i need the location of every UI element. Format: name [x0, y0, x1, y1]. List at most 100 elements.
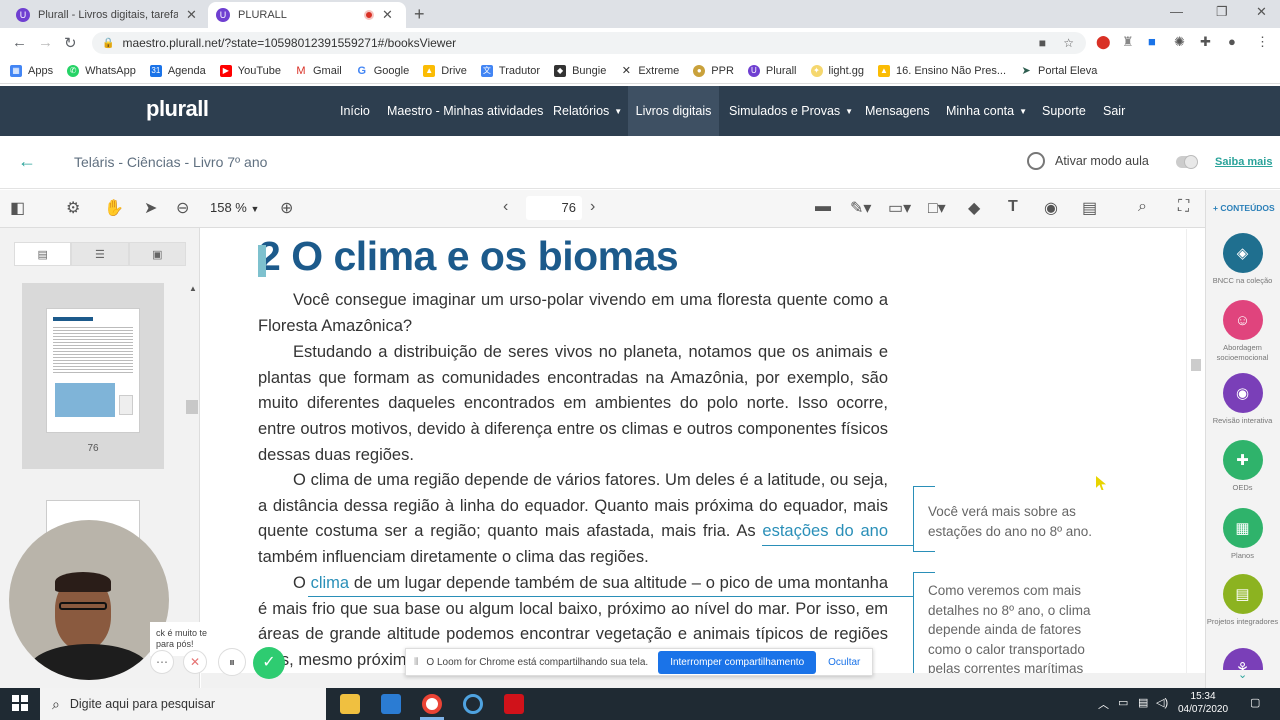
bookmark-apps[interactable]: ▦ Apps: [10, 64, 53, 77]
planos-button[interactable]: ▦ Planos: [1205, 508, 1280, 561]
battery-icon[interactable]: ▭: [1118, 696, 1128, 709]
bookmark-tradutor[interactable]: 文 Tradutor: [480, 64, 540, 77]
url-field[interactable]: 🔒 maestro.plurall.net/?state=10598012391…: [92, 32, 1086, 54]
forward-icon[interactable]: →: [38, 34, 53, 51]
drag-handle-icon[interactable]: ⦀: [414, 657, 418, 668]
gear-icon[interactable]: ⚙: [66, 198, 80, 218]
bookmark-drive[interactable]: ▲ Drive: [423, 64, 467, 77]
nav-livros-digitais[interactable]: Livros digitais: [628, 86, 719, 136]
close-tab-icon[interactable]: ✕: [382, 7, 393, 23]
comment-icon[interactable]: ▬: [815, 198, 831, 216]
cortana-icon[interactable]: [463, 694, 483, 714]
opera-ext-icon[interactable]: ⬤: [1096, 34, 1111, 50]
close-window-icon[interactable]: ✕: [1256, 4, 1267, 20]
glossary-link-estacoes[interactable]: estações do ano: [762, 522, 888, 540]
zoom-in-icon[interactable]: ⊕: [280, 198, 293, 218]
taskbar-clock[interactable]: 15:34 04/07/2020: [1178, 690, 1228, 716]
bookmark-plurall[interactable]: U Plurall: [747, 64, 797, 77]
hand-tool-icon[interactable]: ✋: [104, 198, 124, 218]
glossary-link-clima[interactable]: clima: [311, 574, 350, 592]
scroll-up-icon[interactable]: ▲: [189, 284, 197, 293]
more-options-icon[interactable]: ⋯: [150, 650, 174, 674]
mail-icon[interactable]: [381, 694, 401, 714]
close-tab-icon[interactable]: ✕: [186, 7, 197, 23]
shape-icon[interactable]: □▾: [928, 198, 946, 218]
finish-recording-icon[interactable]: ✓: [253, 647, 285, 679]
bookmark-google[interactable]: G Google: [355, 64, 409, 77]
back-icon[interactable]: ←: [12, 34, 27, 51]
prev-page-icon[interactable]: ‹: [503, 198, 508, 216]
bookmark-whatsapp[interactable]: ✆ WhatsApp: [67, 64, 136, 77]
more-content-button[interactable]: ⚘: [1205, 648, 1280, 670]
tab-annotations-icon[interactable]: ▣: [128, 242, 186, 266]
chrome-icon[interactable]: [422, 694, 442, 714]
zoom-out-icon[interactable]: ⊖: [176, 198, 189, 218]
nav-sair[interactable]: Sair: [1093, 86, 1135, 136]
nav-maestro[interactable]: Maestro - Minhas atividades: [377, 86, 553, 136]
bookmark-star-icon[interactable]: ☆: [1063, 36, 1074, 50]
modo-aula-toggle[interactable]: [1176, 155, 1198, 169]
tab-plurall-livros[interactable]: U Plurall - Livros digitais, tarefas, tu…: [8, 2, 206, 28]
page-thumbnail[interactable]: [46, 308, 140, 433]
fullscreen-icon[interactable]: ⛶: [1178, 198, 1189, 216]
back-arrow-icon[interactable]: ←: [18, 151, 36, 172]
windows-start-icon[interactable]: [12, 695, 28, 711]
bookmark-agenda[interactable]: 31 Agenda: [149, 64, 206, 77]
scroll-down-icon[interactable]: ⌄: [1238, 668, 1247, 681]
text-box-icon[interactable]: ▭▾: [888, 198, 911, 218]
tray-chevron-icon[interactable]: ︿: [1098, 696, 1109, 712]
socioemocional-button[interactable]: ☺ Abordagem socioemocional: [1205, 300, 1280, 363]
nav-suporte[interactable]: Suporte: [1032, 86, 1096, 136]
nav-relatorios[interactable]: Relatórios ▼: [543, 86, 632, 136]
extension-icon[interactable]: ♜: [1122, 34, 1134, 50]
notes-icon[interactable]: ▤: [1082, 198, 1097, 218]
scroll-thumb[interactable]: [1191, 359, 1201, 371]
webcam-bubble[interactable]: [9, 520, 169, 680]
profile-icon[interactable]: ●: [1228, 34, 1236, 49]
revisao-button[interactable]: ◉ Revisão interativa: [1205, 373, 1280, 426]
reload-icon[interactable]: ↻: [64, 34, 77, 52]
pause-recording-icon[interactable]: ⏸: [218, 648, 246, 676]
network-icon[interactable]: ▤: [1138, 696, 1148, 709]
camera-icon[interactable]: ■: [1039, 36, 1046, 50]
nav-mensagens[interactable]: Mensagens: [855, 86, 940, 136]
cancel-recording-icon[interactable]: ✕: [183, 650, 207, 674]
bookmark-extreme[interactable]: ✕ Extreme: [620, 64, 679, 77]
maximize-icon[interactable]: ❐: [1216, 4, 1228, 20]
conteudos-button[interactable]: + CONTEÚDOS: [1213, 203, 1275, 213]
tab-outline-icon[interactable]: ☰: [71, 242, 129, 266]
zoom-select[interactable]: 158 % ▼: [210, 200, 259, 215]
tab-thumbnails-icon[interactable]: ▤: [14, 242, 72, 266]
sidebar-toggle-icon[interactable]: ◧: [10, 198, 25, 218]
eye-icon[interactable]: ◉: [1044, 198, 1058, 218]
projetos-button[interactable]: ▤ Projetos integradores: [1205, 574, 1280, 627]
nav-simulados[interactable]: Simulados e Provas ▼: [719, 86, 863, 136]
nav-inicio[interactable]: Início: [330, 86, 380, 136]
stop-sharing-button[interactable]: Interromper compartilhamento: [658, 650, 817, 674]
page-number-input[interactable]: 76: [526, 196, 582, 220]
extension-icon[interactable]: ✺: [1174, 34, 1185, 50]
pen-icon[interactable]: ✎▾: [850, 198, 871, 218]
pointer-icon[interactable]: ➤: [144, 198, 157, 218]
tab-plurall[interactable]: U PLURALL ✕: [208, 2, 406, 28]
bookmark-bungie[interactable]: ◆ Bungie: [554, 64, 606, 77]
acrobat-icon[interactable]: [504, 694, 524, 714]
plurall-logo[interactable]: plurall: [146, 96, 209, 122]
search-icon[interactable]: ⌕: [1138, 198, 1147, 216]
extensions-puzzle-icon[interactable]: ✚: [1200, 34, 1211, 50]
volume-icon[interactable]: ◁): [1156, 696, 1168, 709]
next-page-icon[interactable]: ›: [590, 198, 595, 216]
file-explorer-icon[interactable]: [340, 694, 360, 714]
bookmark-gmail[interactable]: M Gmail: [295, 64, 342, 77]
hide-button[interactable]: Ocultar: [828, 657, 860, 668]
menu-icon[interactable]: ⋮: [1256, 34, 1269, 50]
nav-minha-conta[interactable]: Minha conta ▼: [936, 86, 1037, 136]
vertical-scrollbar[interactable]: [1186, 229, 1205, 673]
oeds-button[interactable]: ✚ OEDs: [1205, 440, 1280, 493]
bookmark-youtube[interactable]: ▶ YouTube: [219, 64, 281, 77]
taskbar-search[interactable]: ⌕ Digite aqui para pesquisar: [40, 688, 326, 720]
eraser-icon[interactable]: ◆: [968, 198, 980, 218]
bookmark-ensino[interactable]: ▲ 16. Ensino Não Pres...: [877, 64, 1006, 77]
thumb-scrollbar[interactable]: [186, 400, 198, 414]
notifications-icon[interactable]: ▢: [1250, 696, 1260, 709]
